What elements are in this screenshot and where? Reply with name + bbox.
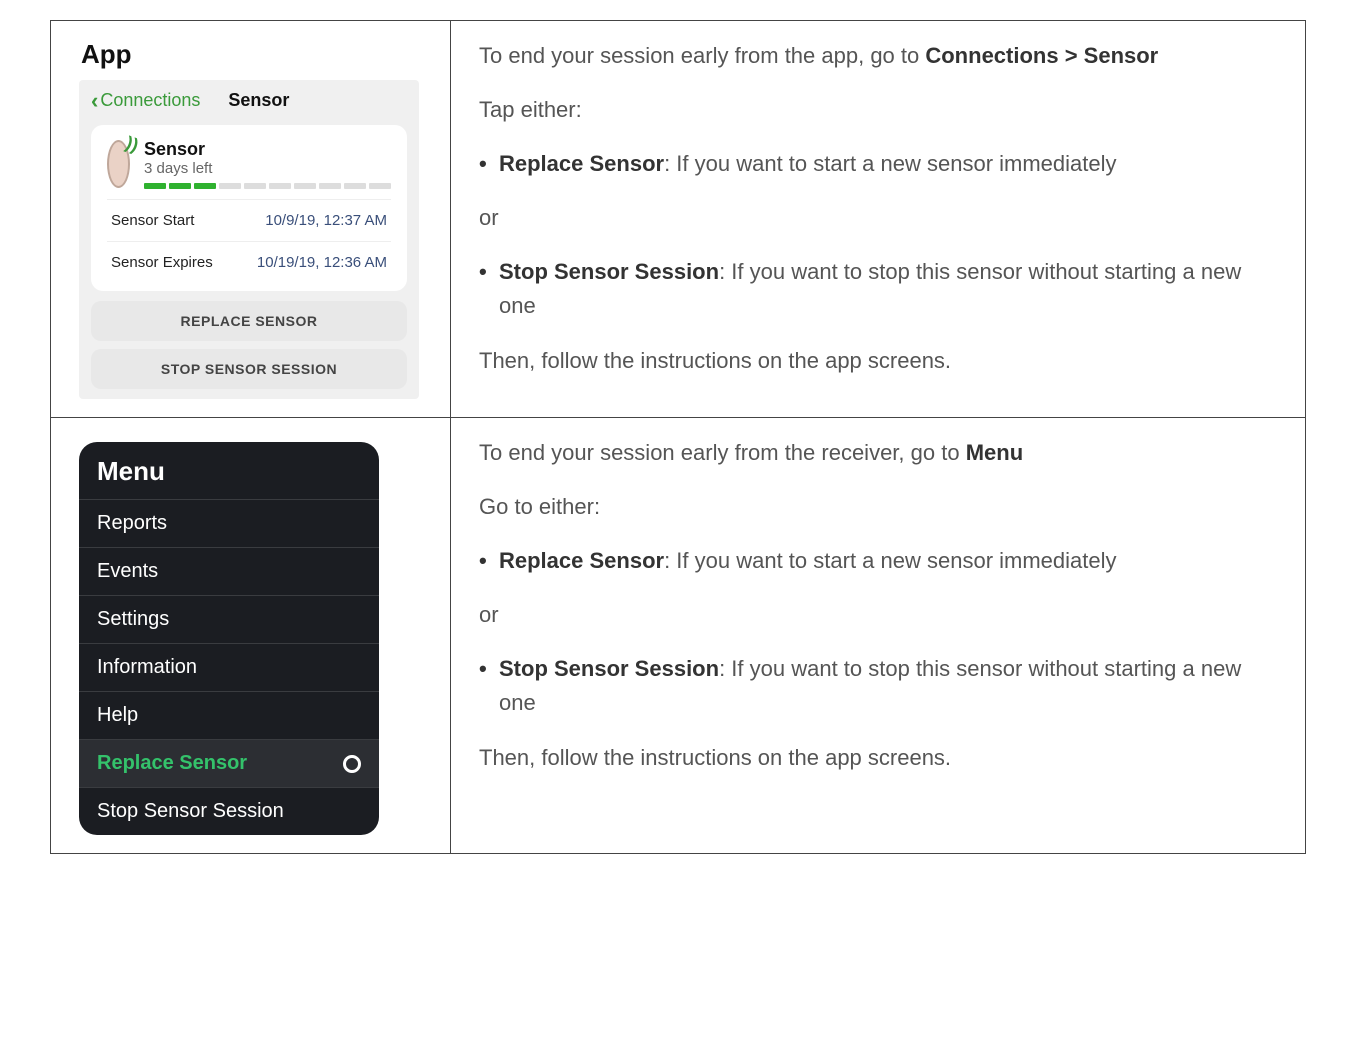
row2-or: or <box>479 598 1277 632</box>
stop-sensor-session-button[interactable]: STOP SENSOR SESSION <box>91 349 407 389</box>
row2-right-cell: To end your session early from the recei… <box>451 418 1306 854</box>
menu-item-settings[interactable]: Settings <box>79 595 379 643</box>
nav-title: Sensor <box>228 90 289 111</box>
row1-then: Then, follow the instructions on the app… <box>479 344 1277 378</box>
back-chevron-icon[interactable]: ‹ <box>91 92 98 110</box>
sensor-start-label: Sensor Start <box>111 212 194 229</box>
row1-right-cell: To end your session early from the app, … <box>451 21 1306 418</box>
menu-item-help[interactable]: Help <box>79 691 379 739</box>
row2-intro: To end your session early from the recei… <box>479 436 1277 470</box>
sensor-expires-label: Sensor Expires <box>111 254 213 271</box>
row1-bullet-stop: • Stop Sensor Session: If you want to st… <box>479 255 1277 323</box>
sensor-expires-value: 10/19/19, 12:36 AM <box>257 254 387 271</box>
sensor-icon: )) <box>107 140 130 188</box>
sensor-start-value: 10/9/19, 12:37 AM <box>265 212 387 229</box>
row2-left-cell: Menu Reports Events Settings Information… <box>51 418 451 854</box>
row1-left-cell: App ‹ Connections Sensor )) Sensor 3 day… <box>51 21 451 418</box>
instruction-table: App ‹ Connections Sensor )) Sensor 3 day… <box>50 20 1306 854</box>
menu-item-events[interactable]: Events <box>79 547 379 595</box>
receiver-menu-title: Menu <box>79 442 379 499</box>
row2-bullet-replace: • Replace Sensor: If you want to start a… <box>479 544 1277 578</box>
row1-intro: To end your session early from the app, … <box>479 39 1277 73</box>
signal-icon: )) <box>123 133 141 157</box>
sensor-expires-row: Sensor Expires 10/19/19, 12:36 AM <box>107 241 391 283</box>
menu-item-stop-sensor-session[interactable]: Stop Sensor Session <box>79 787 379 835</box>
receiver-menu: Menu Reports Events Settings Information… <box>79 442 379 835</box>
menu-item-information[interactable]: Information <box>79 643 379 691</box>
selection-indicator-icon <box>343 755 361 773</box>
row2-bullet-stop: • Stop Sensor Session: If you want to st… <box>479 652 1277 720</box>
sensor-name: Sensor <box>144 139 391 160</box>
app-screenshot: ‹ Connections Sensor )) Sensor 3 days le… <box>79 80 419 399</box>
replace-sensor-button[interactable]: REPLACE SENSOR <box>91 301 407 341</box>
row2-then: Then, follow the instructions on the app… <box>479 741 1277 775</box>
app-heading: App <box>81 39 422 70</box>
menu-item-replace-sensor[interactable]: Replace Sensor <box>79 739 379 787</box>
row1-tap-either: Tap either: <box>479 93 1277 127</box>
menu-item-reports[interactable]: Reports <box>79 499 379 547</box>
back-button[interactable]: Connections <box>100 90 200 111</box>
sensor-start-row: Sensor Start 10/9/19, 12:37 AM <box>107 199 391 241</box>
row2-goto-either: Go to either: <box>479 490 1277 524</box>
sensor-progress-bar <box>144 183 391 189</box>
row1-or: or <box>479 201 1277 235</box>
row1-bullet-replace: • Replace Sensor: If you want to start a… <box>479 147 1277 181</box>
app-nav-bar: ‹ Connections Sensor <box>79 80 419 125</box>
sensor-subtext: 3 days left <box>144 160 391 177</box>
sensor-card: )) Sensor 3 days left Sensor Start <box>91 125 407 291</box>
